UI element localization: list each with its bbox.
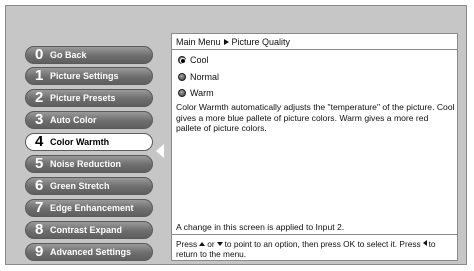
menu-item-number: 7 xyxy=(35,199,44,216)
menu-frame: 0 Go Back 1 Picture Settings 2 Picture P… xyxy=(5,5,467,265)
breadcrumb-current: Picture Quality xyxy=(231,37,291,47)
description-text: Color Warmth automatically adjusts the "… xyxy=(176,102,455,134)
menu-item-label: Color Warmth xyxy=(50,137,110,147)
menu-item-edge-enhancement[interactable]: 7 Edge Enhancement xyxy=(25,199,153,217)
divider xyxy=(172,49,457,50)
menu-item-number: 4 xyxy=(35,133,44,150)
footer-text-press: Press xyxy=(176,239,198,249)
menu-item-number: 8 xyxy=(35,221,44,238)
divider xyxy=(172,234,457,235)
menu-item-label: Advanced Settings xyxy=(50,247,132,257)
radio-icon xyxy=(178,89,186,97)
menu-item-number: 3 xyxy=(35,111,44,128)
menu-item-number: 5 xyxy=(35,155,44,172)
menu-item-advanced-settings[interactable]: 9 Advanced Settings xyxy=(25,243,153,261)
menu-item-auto-color[interactable]: 3 Auto Color xyxy=(25,111,153,129)
radio-selected-icon xyxy=(178,56,186,64)
footer-text-or: or xyxy=(207,239,215,249)
menu-item-label: Picture Settings xyxy=(50,71,119,81)
left-arrow-icon xyxy=(422,240,427,246)
option-normal[interactable]: Normal xyxy=(178,72,219,82)
menu-item-picture-settings[interactable]: 1 Picture Settings xyxy=(25,67,153,85)
option-cool[interactable]: Cool xyxy=(178,55,209,65)
down-arrow-icon xyxy=(216,242,223,246)
menu-item-number: 0 xyxy=(35,46,44,63)
menu-item-number: 2 xyxy=(35,89,44,106)
menu-item-noise-reduction[interactable]: 5 Noise Reduction xyxy=(25,155,153,173)
breadcrumb: Main Menu Picture Quality xyxy=(176,37,290,47)
menu-item-number: 6 xyxy=(35,177,44,194)
help-footer: Press or to point to an option, then press… xyxy=(176,239,458,259)
footer-text-select: to point to an option, then press OK to … xyxy=(224,239,421,249)
option-label: Warm xyxy=(190,88,214,98)
breadcrumb-root: Main Menu xyxy=(176,37,221,47)
menu-item-picture-presets[interactable]: 2 Picture Presets xyxy=(25,89,153,107)
option-label: Cool xyxy=(190,55,209,65)
menu-item-contrast-expand[interactable]: 8 Contrast Expand xyxy=(25,221,153,239)
radio-icon xyxy=(178,73,186,81)
content-panel: Main Menu Picture Quality Cool Normal War… xyxy=(171,33,458,261)
option-label: Normal xyxy=(190,72,220,82)
menu-item-color-warmth[interactable]: 4 Color Warmth xyxy=(25,133,153,151)
menu-item-label: Edge Enhancement xyxy=(50,203,134,213)
input-note: A change in this screen is applied to In… xyxy=(176,222,345,232)
menu-item-number: 1 xyxy=(35,67,44,84)
menu-item-green-stretch[interactable]: 6 Green Stretch xyxy=(25,177,153,195)
menu-item-label: Auto Color xyxy=(50,115,97,125)
menu-item-label: Noise Reduction xyxy=(50,159,122,169)
breadcrumb-arrow-icon xyxy=(223,39,229,45)
menu-item-go-back[interactable]: 0 Go Back xyxy=(25,46,153,64)
menu-item-number: 9 xyxy=(35,243,44,260)
menu-item-label: Go Back xyxy=(50,50,87,60)
menu-item-label: Contrast Expand xyxy=(50,225,123,235)
up-arrow-icon xyxy=(199,242,206,246)
selection-pointer-icon xyxy=(156,144,164,158)
option-warm[interactable]: Warm xyxy=(178,88,214,98)
menu-item-label: Green Stretch xyxy=(50,181,110,191)
menu-item-label: Picture Presets xyxy=(50,93,116,103)
